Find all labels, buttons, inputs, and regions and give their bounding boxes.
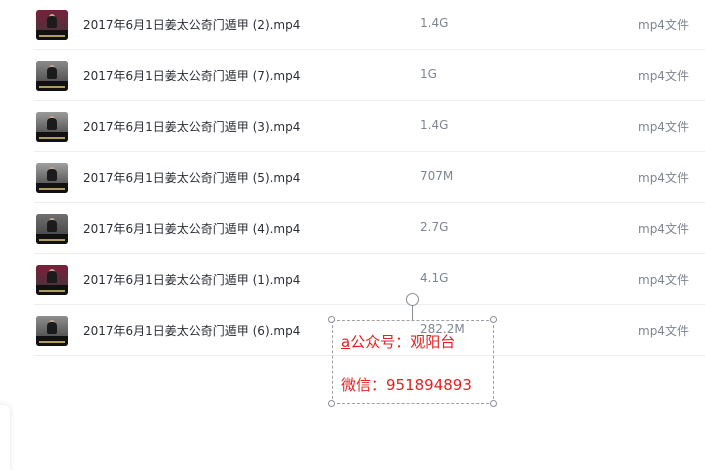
file-size: 1.4G <box>420 16 449 30</box>
video-thumbnail-icon[interactable] <box>36 112 68 142</box>
file-size: 1.4G <box>420 118 449 132</box>
file-type: mp4文件 <box>638 18 689 32</box>
file-size: 2.7G <box>420 220 449 234</box>
file-name[interactable]: 2017年6月1日姜太公奇门遁甲 (4).mp4 <box>83 220 300 237</box>
thumbnail-light <box>39 341 65 343</box>
watermark-line-account: a公众号：观阳台 <box>341 331 455 352</box>
rotate-handle-stem <box>412 305 413 320</box>
video-thumbnail-icon[interactable] <box>36 61 68 91</box>
thumbnail-light <box>39 35 65 37</box>
file-row[interactable]: 2017年6月1日姜太公奇门遁甲 (4).mp4 2.7G mp4文件 <box>0 203 705 254</box>
file-name[interactable]: 2017年6月1日姜太公奇门遁甲 (2).mp4 <box>83 16 300 33</box>
file-row[interactable]: 2017年6月1日姜太公奇门遁甲 (7).mp4 1G mp4文件 <box>0 50 705 101</box>
file-size: 4.1G <box>420 271 449 285</box>
thumbnail-light <box>39 290 65 292</box>
video-thumbnail-icon[interactable] <box>36 265 68 295</box>
file-size: 1G <box>420 67 437 81</box>
resize-handle-bottom-left[interactable] <box>328 400 335 407</box>
file-type: mp4文件 <box>638 120 689 134</box>
watermark-account-text: 公众号：观阳台 <box>350 333 456 351</box>
thumbnail-figure <box>47 16 57 28</box>
watermark-line-wechat: 微信：951894893 <box>341 376 472 394</box>
thumbnail-figure <box>47 220 57 232</box>
file-name[interactable]: 2017年6月1日姜太公奇门遁甲 (6).mp4 <box>83 322 300 339</box>
file-type: mp4文件 <box>638 324 689 338</box>
video-thumbnail-icon[interactable] <box>36 316 68 346</box>
file-name[interactable]: 2017年6月1日姜太公奇门遁甲 (3).mp4 <box>83 118 300 135</box>
thumbnail-light <box>39 239 65 241</box>
file-type: mp4文件 <box>638 222 689 236</box>
file-name[interactable]: 2017年6月1日姜太公奇门遁甲 (7).mp4 <box>83 67 300 84</box>
file-name[interactable]: 2017年6月1日姜太公奇门遁甲 (1).mp4 <box>83 271 300 288</box>
side-panel-edge[interactable] <box>0 405 10 470</box>
file-name[interactable]: 2017年6月1日姜太公奇门遁甲 (5).mp4 <box>83 169 300 186</box>
thumbnail-figure <box>47 118 57 130</box>
rotate-handle[interactable] <box>406 293 419 306</box>
resize-handle-top-right[interactable] <box>490 316 497 323</box>
thumbnail-figure <box>47 322 57 334</box>
watermark-prefix: a <box>341 333 351 351</box>
file-type: mp4文件 <box>638 69 689 83</box>
file-row[interactable]: 2017年6月1日姜太公奇门遁甲 (5).mp4 707M mp4文件 <box>0 152 705 203</box>
thumbnail-figure <box>47 169 57 181</box>
video-thumbnail-icon[interactable] <box>36 214 68 244</box>
file-type: mp4文件 <box>638 273 689 287</box>
resize-handle-top-left[interactable] <box>328 316 335 323</box>
file-row[interactable]: 2017年6月1日姜太公奇门遁甲 (3).mp4 1.4G mp4文件 <box>0 101 705 152</box>
video-thumbnail-icon[interactable] <box>36 10 68 40</box>
thumbnail-figure <box>47 271 57 283</box>
file-type: mp4文件 <box>638 171 689 185</box>
file-size: 707M <box>420 169 454 183</box>
file-row[interactable]: 2017年6月1日姜太公奇门遁甲 (2).mp4 1.4G mp4文件 <box>0 0 705 50</box>
resize-handle-bottom-right[interactable] <box>490 400 497 407</box>
video-thumbnail-icon[interactable] <box>36 163 68 193</box>
thumbnail-light <box>39 188 65 190</box>
thumbnail-figure <box>47 67 57 79</box>
thumbnail-light <box>39 137 65 139</box>
thumbnail-light <box>39 86 65 88</box>
file-row[interactable]: 2017年6月1日姜太公奇门遁甲 (1).mp4 4.1G mp4文件 <box>0 254 705 305</box>
